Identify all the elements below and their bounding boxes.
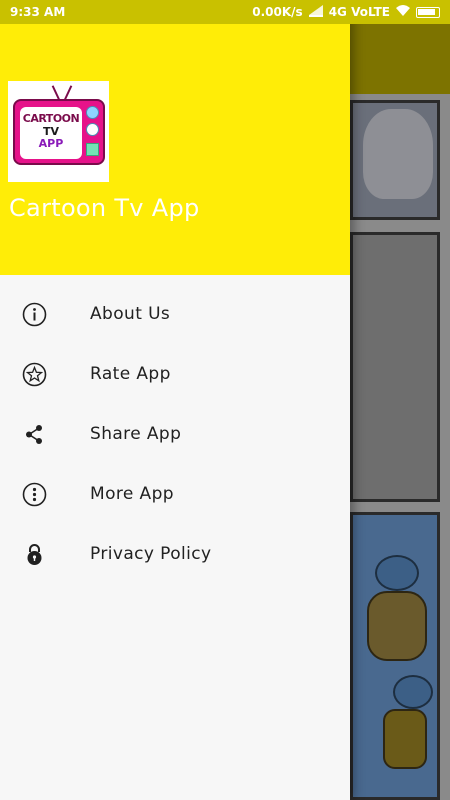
status-indicators: 0.00K/s 4G VoLTE xyxy=(252,5,440,19)
info-icon xyxy=(22,302,47,327)
share-icon xyxy=(22,422,47,447)
app-logo: CARTOON TV APP xyxy=(8,81,109,182)
battery-icon xyxy=(416,6,440,18)
video-thumbnail[interactable] xyxy=(350,100,440,220)
more-vertical-icon xyxy=(22,482,47,507)
thumbnail-image xyxy=(363,109,433,199)
navigation-drawer: CARTOON TV APP Cartoon Tv App About Us R… xyxy=(0,0,350,800)
video-thumbnail[interactable] xyxy=(350,512,440,800)
logo-text-cartoon: CARTOON xyxy=(22,112,80,125)
menu-item-label: About Us xyxy=(90,304,171,324)
thumbnail-image xyxy=(393,675,433,709)
star-icon xyxy=(22,362,47,387)
network-speed: 0.00K/s xyxy=(252,5,303,19)
menu-item-about-us[interactable]: About Us xyxy=(0,284,350,344)
drawer-menu: About Us Rate App Share App More App Pri… xyxy=(0,284,350,584)
menu-item-more-app[interactable]: More App xyxy=(0,464,350,524)
menu-item-privacy-policy[interactable]: Privacy Policy xyxy=(0,524,350,584)
app-title: Cartoon Tv App xyxy=(9,194,200,222)
menu-item-label: Share App xyxy=(90,424,182,444)
status-time: 9:33 AM xyxy=(10,5,66,19)
video-thumbnail[interactable] xyxy=(350,232,440,502)
thumbnail-image xyxy=(367,591,427,661)
thumbnail-image xyxy=(383,709,427,769)
lock-icon xyxy=(22,542,47,567)
menu-item-label: Privacy Policy xyxy=(90,544,212,564)
status-bar: 9:33 AM 0.00K/s 4G VoLTE xyxy=(0,0,450,24)
menu-item-label: Rate App xyxy=(90,364,171,384)
thumbnail-image xyxy=(375,555,419,591)
menu-item-share-app[interactable]: Share App xyxy=(0,404,350,464)
tv-logo-icon: CARTOON TV APP xyxy=(13,85,105,165)
network-type: 4G VoLTE xyxy=(328,5,390,19)
menu-item-rate-app[interactable]: Rate App xyxy=(0,344,350,404)
logo-text-app: APP xyxy=(38,137,64,150)
drawer-header: CARTOON TV APP Cartoon Tv App xyxy=(0,0,350,275)
wifi-icon xyxy=(396,5,410,19)
signal-icon xyxy=(308,5,323,17)
menu-item-label: More App xyxy=(90,484,174,504)
